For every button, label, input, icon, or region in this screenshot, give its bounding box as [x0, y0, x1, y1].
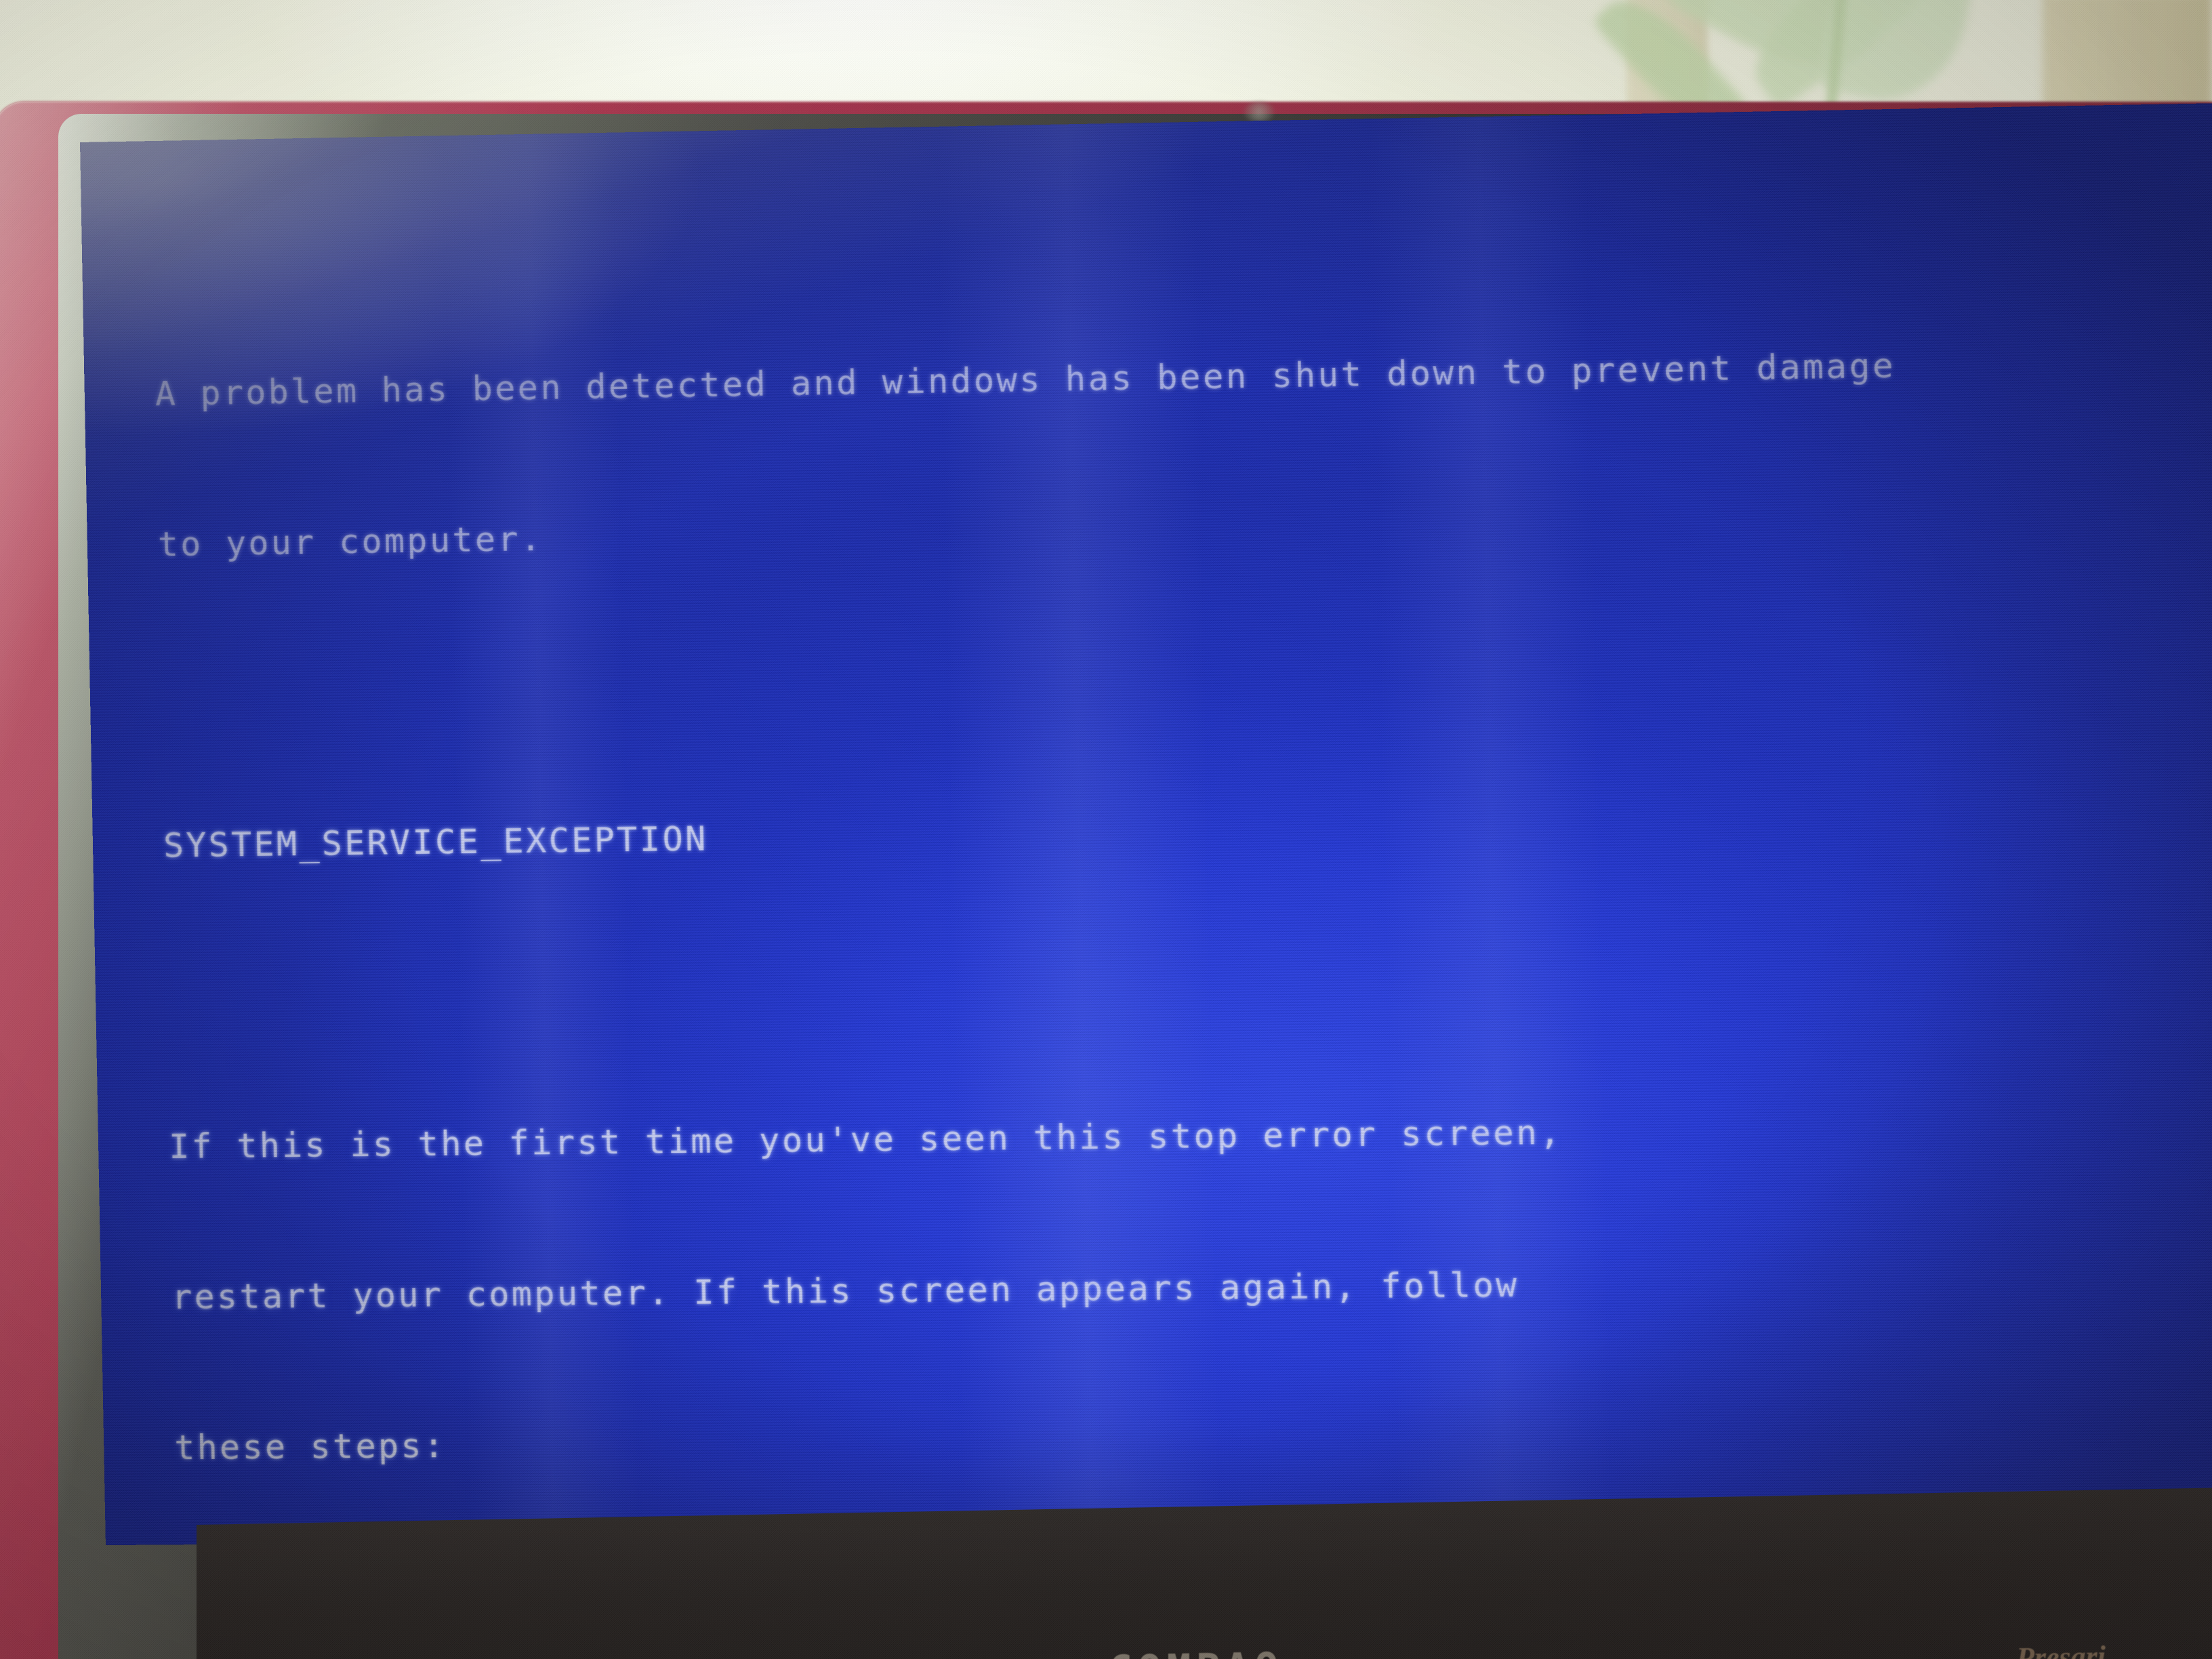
bsod-line: A problem has been detected and windows …: [155, 345, 1896, 414]
bsod-line-blank: [160, 640, 2212, 720]
laptop: A problem has been detected and windows …: [0, 102, 2212, 1659]
bsod-line: to your computer.: [157, 518, 544, 565]
bsod-line: restart your computer. If this screen ap…: [171, 1265, 1519, 1317]
laptop-screen: A problem has been detected and windows …: [80, 102, 2212, 1546]
presario-logo: Presari: [2016, 1639, 2106, 1659]
webcam-icon: [1244, 102, 1275, 122]
bsod-line: If this is the first time you've seen th…: [168, 1112, 1563, 1166]
bsod-error-code: SYSTEM_SERVICE_EXCEPTION: [163, 819, 709, 865]
photo-scene: A problem has been detected and windows …: [0, 0, 2212, 1659]
bsod-line-blank: [165, 947, 2212, 1021]
bsod-line: these steps:: [173, 1425, 447, 1468]
compaq-logo: COMPAQ: [1108, 1644, 1284, 1659]
bsod-text-block: A problem has been detected and windows …: [80, 102, 2212, 1545]
